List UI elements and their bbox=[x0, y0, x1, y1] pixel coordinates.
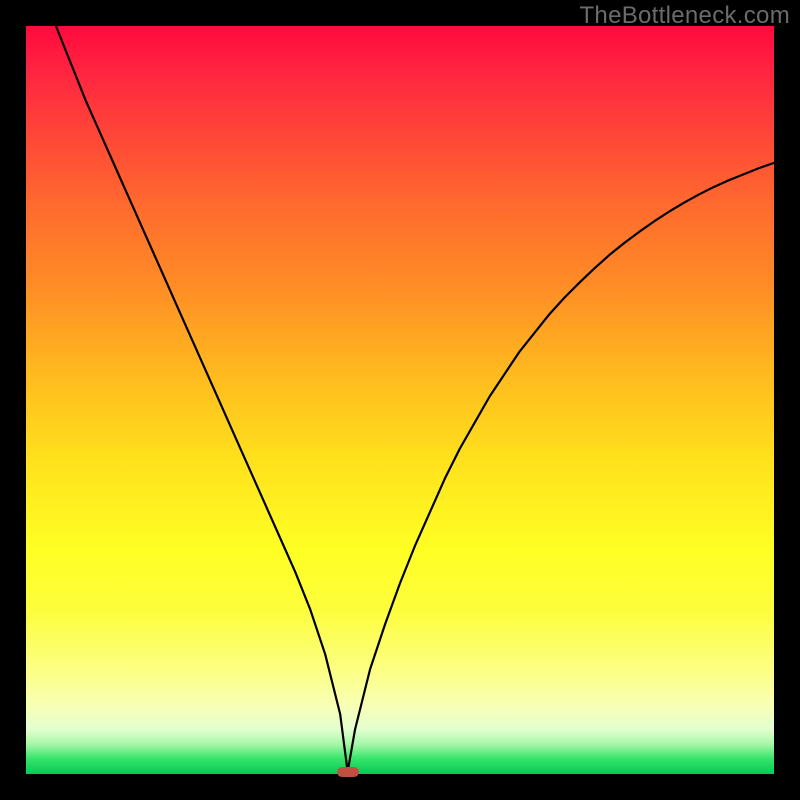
bottleneck-curve bbox=[26, 26, 774, 774]
watermark-text: TheBottleneck.com bbox=[579, 2, 790, 30]
minimum-marker bbox=[337, 767, 359, 777]
chart-frame: TheBottleneck.com bbox=[0, 0, 800, 800]
plot-area bbox=[26, 26, 774, 774]
curve-path bbox=[56, 26, 774, 772]
